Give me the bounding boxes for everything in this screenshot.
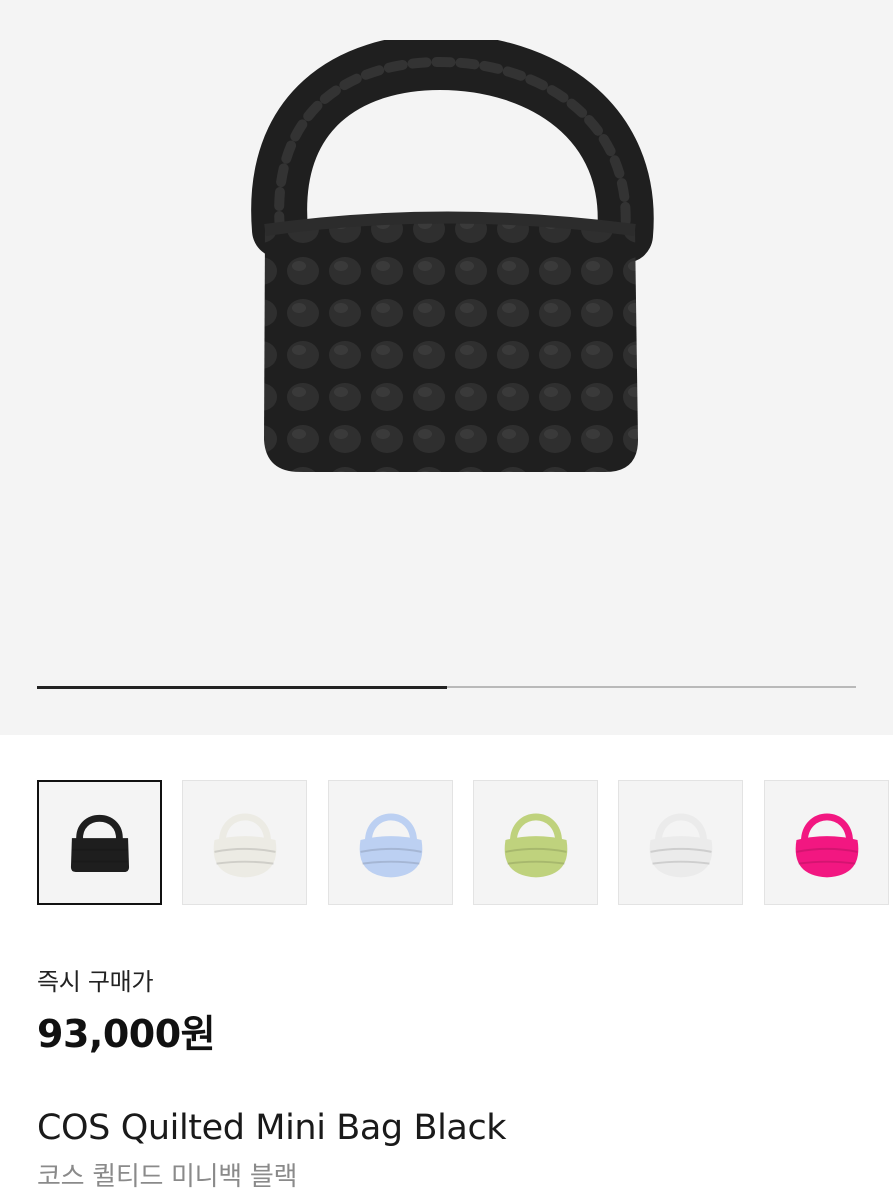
color-thumbnail-strip — [0, 780, 893, 908]
mini-bag-icon — [359, 813, 423, 878]
mini-bag-icon — [795, 813, 859, 878]
mini-bag-icon — [504, 813, 568, 878]
instant-buy-price: 93,000원 — [37, 1012, 216, 1056]
quilted-bag-black-image — [251, 40, 654, 472]
color-thumbnail-hot-pink[interactable] — [764, 780, 889, 905]
color-thumbnail-light-blue[interactable] — [328, 780, 453, 905]
product-title-korean: 코스 퀼티드 미니백 블랙 — [37, 1162, 298, 1192]
instant-buy-price-label: 즉시 구매가 — [37, 968, 154, 996]
mini-bag-icon — [70, 815, 130, 873]
gallery-progress-fill — [37, 685, 447, 689]
color-thumbnail-lime-green[interactable] — [473, 780, 598, 905]
product-title-english: COS Quilted Mini Bag Black — [37, 1108, 507, 1148]
color-thumbnail-white[interactable] — [618, 780, 743, 905]
mini-bag-icon — [213, 813, 277, 878]
color-thumbnail-black[interactable] — [37, 780, 162, 905]
product-image-gallery[interactable] — [0, 0, 893, 735]
color-thumbnail-cream[interactable] — [182, 780, 307, 905]
mini-bag-icon — [649, 813, 713, 878]
gallery-progress-track — [37, 685, 856, 689]
